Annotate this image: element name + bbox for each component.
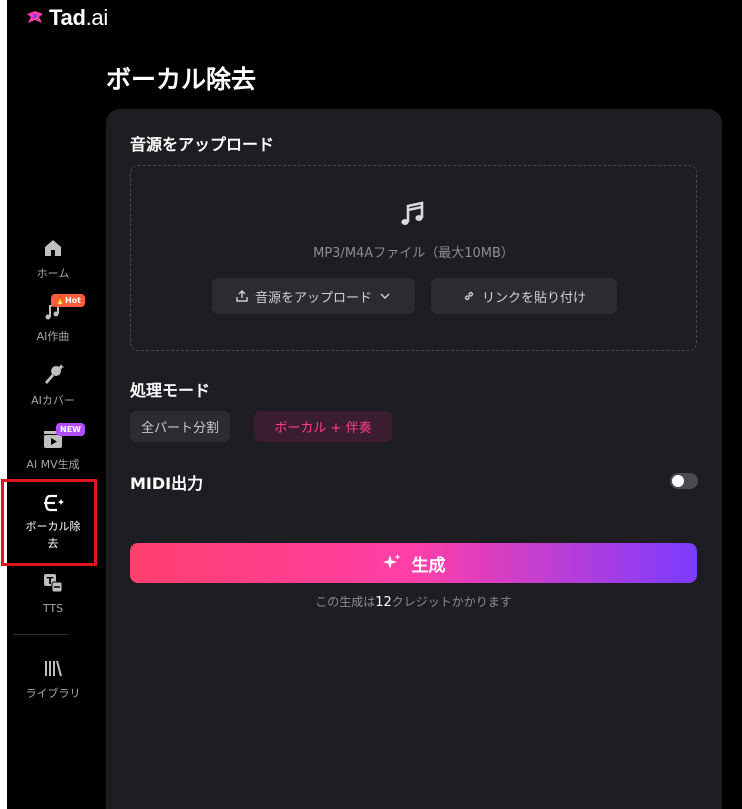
sidebar-item-label: AIカバー <box>31 394 75 407</box>
new-badge: NEW <box>56 423 85 436</box>
midi-output-toggle[interactable] <box>670 473 698 489</box>
sidebar-item-label: TTS <box>42 602 64 615</box>
upload-audio-label: 音源をアップロード <box>254 290 372 306</box>
link-icon <box>464 291 474 301</box>
sidebar-item-library[interactable]: ライブラリ <box>7 655 99 702</box>
sidebar-item-label: AI作曲 <box>36 330 70 343</box>
upload-audio-button[interactable]: 音源をアップロード <box>212 278 415 314</box>
logo[interactable]: Tad.ai <box>25 5 108 31</box>
chevron-down-icon <box>380 293 390 300</box>
sidebar-item-ai-mv[interactable]: AI MV生成 NEW <box>7 423 99 473</box>
sidebar-item-home[interactable]: ホーム <box>7 235 99 282</box>
main-panel: 音源をアップロード MP3/M4Aファイル（最大10MB） 音源をアップロード … <box>106 109 722 809</box>
highlight-box <box>1 479 97 566</box>
music-note-icon <box>401 201 424 225</box>
generate-button[interactable]: 生成 <box>130 543 697 583</box>
tts-icon: T <box>40 570 66 596</box>
credit-note: この生成は12クレジットかかります <box>315 595 512 610</box>
sidebar-item-label: AI MV生成 <box>26 458 80 471</box>
upload-icon <box>236 290 248 302</box>
paste-link-button[interactable]: リンクを貼り付け <box>431 278 617 314</box>
page-title: ボーカル除去 <box>106 65 257 94</box>
upload-hint: MP3/M4Aファイル（最大10MB） <box>313 246 514 261</box>
sidebar-divider <box>14 634 69 635</box>
hot-badge: 🔥Hot <box>51 294 85 307</box>
generate-label: 生成 <box>411 555 446 576</box>
home-icon <box>40 235 66 261</box>
app-window: Tad.ai ホーム AI作曲 🔥Hot AIカバー AI MV生成 NEW ボ… <box>1 0 742 809</box>
library-icon <box>40 655 66 681</box>
sidebar-item-label: ホーム <box>36 267 70 280</box>
microphone-icon <box>40 362 66 388</box>
mode-vocal-accompaniment-button[interactable]: ボーカル + 伴奏 <box>254 411 392 442</box>
sidebar-item-label: ライブラリ <box>25 687 81 700</box>
sidebar-item-ai-compose[interactable]: AI作曲 🔥Hot <box>7 294 99 345</box>
midi-output-label: MIDI出力 <box>130 474 204 493</box>
sparkle-icon <box>382 554 400 569</box>
toggle-knob <box>672 475 684 487</box>
logo-text: Tad.ai <box>49 5 108 30</box>
upload-section-title: 音源をアップロード <box>130 135 275 154</box>
sidebar-item-tts[interactable]: T TTS <box>7 570 99 617</box>
paste-link-label: リンクを貼り付け <box>481 290 586 306</box>
mode-section-title: 処理モード <box>130 381 211 400</box>
upload-dropzone[interactable]: MP3/M4Aファイル（最大10MB） 音源をアップロード リンクを貼り付け <box>130 165 697 351</box>
mode-all-parts-button[interactable]: 全パート分割 <box>130 411 230 442</box>
logo-icon <box>27 11 43 23</box>
credit-count: 12 <box>375 595 392 610</box>
sidebar-item-ai-cover[interactable]: AIカバー <box>7 362 99 409</box>
